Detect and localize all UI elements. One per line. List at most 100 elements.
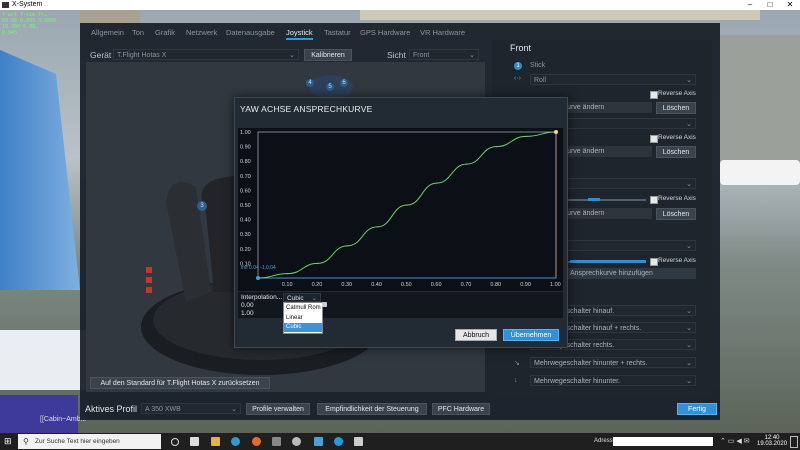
manage-profiles-button[interactable]: Profile verwalten [246, 403, 310, 415]
x-tick-label: 0.70 [461, 282, 472, 288]
tab-keyboard[interactable]: Tastatur [324, 28, 351, 37]
reverse-axis-label: Reverse Axis [658, 257, 696, 264]
tray-icons[interactable]: ⌃ ▭ ◀ ✉ [720, 437, 750, 445]
y-tick-label: 0.50 [240, 203, 251, 209]
cancel-button[interactable]: Abbruch [455, 329, 497, 341]
x-tick-label: 1.00 [550, 282, 561, 288]
delete-button[interactable]: Löschen [656, 208, 696, 220]
calibrate-button[interactable]: Kalibrieren [304, 49, 352, 61]
chevron-down-icon: ⌄ [686, 77, 692, 84]
button-assignment-5[interactable]: Mehrwegeschalter hinunter. ⌄ [530, 375, 696, 386]
task-view-icon[interactable] [190, 437, 199, 446]
interpolation-dropdown-menu: Catmull Rom Linear Cubic [283, 302, 323, 334]
y-tick-label: 0.60 [240, 188, 251, 194]
button-4-marker[interactable]: 4 [306, 79, 314, 87]
profile-select[interactable]: A 350 XWB ⌄ [141, 403, 241, 414]
chevron-down-icon: ⌄ [686, 181, 692, 188]
tab-data-output[interactable]: Datenausgabe [226, 28, 275, 37]
curve-point [287, 273, 289, 275]
x-tick-label: 0.80 [490, 282, 501, 288]
delete-button[interactable]: Löschen [656, 102, 696, 114]
address-field[interactable] [613, 437, 713, 446]
notifications-icon[interactable] [790, 436, 798, 448]
button-5-marker[interactable]: 5 [326, 83, 334, 91]
curve-point [466, 163, 468, 165]
chevron-down-icon: ⌄ [686, 378, 692, 385]
tab-graphics[interactable]: Grafik [155, 28, 175, 37]
reverse-axis-label: Reverse Axis [658, 134, 696, 141]
tab-network[interactable]: Netzwerk [186, 28, 217, 37]
button-assignment-4[interactable]: Mehrwegeschalter hinunter + rechts. ⌄ [530, 357, 696, 368]
tab-general[interactable]: Allgemein [91, 28, 124, 37]
tab-vr-hardware[interactable]: VR Hardware [420, 28, 465, 37]
reverse-axis-checkbox[interactable] [650, 196, 658, 204]
curve-point [346, 245, 348, 247]
chevron-down-icon: ⌄ [686, 243, 692, 250]
tab-joystick[interactable]: Joystick [286, 28, 313, 40]
hat-down-icon: ↓ [514, 377, 518, 384]
option-catmull-rom[interactable]: Catmull Rom [284, 304, 322, 313]
start-icon[interactable]: ⊞ [4, 436, 12, 447]
value-2: 1.00 [241, 310, 254, 317]
reverse-axis-checkbox[interactable] [650, 135, 658, 143]
done-button[interactable]: Fertig [677, 403, 717, 415]
option-cubic[interactable]: Cubic [284, 323, 322, 332]
clock-date: 19.03.2020 [757, 441, 788, 447]
curve-point [495, 146, 497, 148]
axis-3-marker[interactable]: 3 [197, 201, 207, 211]
pfc-hardware-button[interactable]: PFC Hardware [432, 403, 490, 415]
chevron-down-icon: ⌄ [686, 325, 692, 332]
curve-add-button[interactable]: Ansprechkurve hinzufügen [566, 268, 696, 279]
hat-down-right-icon: ↘ [514, 360, 520, 367]
curve-point [525, 135, 527, 137]
window-title-bar: X-System – □ ✕ [0, 0, 800, 10]
delete-button[interactable]: Löschen [656, 146, 696, 158]
clock[interactable]: 12:40 19.03.2020 [757, 435, 787, 447]
tab-gps-hardware[interactable]: GPS Hardware [360, 28, 410, 37]
skype-icon[interactable] [334, 437, 343, 446]
option-linear[interactable]: Linear [284, 314, 322, 323]
curve-chart[interactable]: 0.10 0.20 0.30 0.40 0.50 0.60 0.70 0.80 0.90 1.00… [238, 128, 563, 291]
stick-number-badge: 1 [514, 62, 522, 70]
x-tick-label: 0.60 [431, 282, 442, 288]
minimize-button[interactable]: – [740, 0, 760, 10]
cabin-overlay [0, 395, 78, 433]
xplane-icon[interactable] [314, 437, 323, 446]
axis-select-roll[interactable]: Roll ⌄ [530, 74, 696, 85]
window-title: X-System [12, 1, 43, 8]
reset-defaults-button[interactable]: Auf den Standard für T.Flight Hotas X zu… [90, 377, 270, 389]
curve-plot[interactable]: 0.10 0.20 0.30 0.40 0.50 0.60 0.70 0.80 0.90 1.00… [238, 128, 563, 291]
tab-sound[interactable]: Ton [132, 28, 144, 37]
taskbar-search[interactable]: ⚲ Zur Suche Text hier eingeben [18, 434, 161, 449]
accept-button[interactable]: Übernehmen [503, 329, 559, 341]
start-handle-point [256, 276, 260, 280]
stick-label: Stick [530, 62, 546, 69]
explorer-icon[interactable] [211, 437, 220, 446]
y-tick-label: 0.70 [240, 174, 251, 180]
sensitivity-button[interactable]: Empfindlichkeit der Steuerung [317, 403, 427, 415]
device-label: Gerät [90, 50, 112, 60]
interpolation-select[interactable]: Cubic ⌄ [283, 293, 321, 302]
device-select[interactable]: T.Flight Hotas X ⌄ [113, 49, 299, 60]
y-tick-label: 0.30 [240, 232, 251, 238]
photos-icon[interactable] [354, 437, 363, 446]
app-icon-1[interactable] [272, 437, 281, 446]
reverse-axis-checkbox[interactable] [650, 91, 658, 99]
reverse-axis-checkbox[interactable] [650, 258, 658, 266]
firefox-icon[interactable] [252, 437, 261, 446]
y-tick-label: 1.00 [240, 130, 251, 136]
close-button[interactable]: ✕ [780, 0, 800, 10]
app-icon-2[interactable] [292, 437, 301, 446]
chevron-down-icon: ⌄ [231, 406, 237, 413]
panel-title: Front [510, 43, 532, 53]
y-tick-label: 0.40 [240, 218, 251, 224]
button-6-marker[interactable]: 6 [340, 79, 348, 87]
x-tick-label: 0.20 [312, 282, 323, 288]
chevron-down-icon: ⌄ [469, 52, 475, 59]
y-tick-label: 0.80 [240, 159, 251, 165]
view-select[interactable]: Front ⌄ [409, 49, 479, 60]
cortana-icon[interactable] [171, 438, 179, 446]
x-tick-label: 0.10 [282, 282, 293, 288]
edge-icon[interactable] [231, 437, 240, 446]
maximize-button[interactable]: □ [760, 0, 780, 10]
